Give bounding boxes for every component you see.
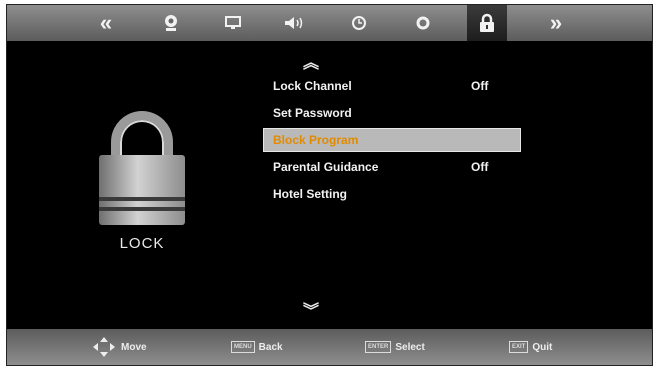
menu-item-label: Block Program [273,133,359,147]
time-icon[interactable] [341,5,377,41]
top-menu-bar: « » [7,5,652,41]
menu-item-block-program[interactable]: Block Program [263,128,521,152]
scroll-down-icon[interactable]: ︾ [303,297,319,321]
hint-quit-label: Quit [532,341,553,353]
dpad-icon [93,337,115,357]
exit-key-icon: EXIT [509,341,529,353]
option-icon[interactable] [405,5,441,41]
help-bar: Move MENU Back ENTER Select EXIT Quit [7,329,652,365]
screen-icon[interactable] [215,5,251,41]
menu-item-label: Set Password [273,106,352,120]
lock-graphic: LOCK [99,111,189,252]
scroll-up-icon[interactable]: ︽ [303,49,319,73]
menu-item-value: Off [471,160,489,174]
menu-item-hotel-setting[interactable]: Hotel Setting [265,181,521,208]
hint-select: ENTER Select [365,329,425,365]
padlock-body [99,155,185,225]
menu-item-label: Parental Guidance [273,160,379,174]
enter-key-icon: ENTER [365,341,392,353]
menu-key-icon: MENU [231,341,255,353]
next-page-icon[interactable]: » [537,5,573,41]
menu-item-value: Off [471,79,489,93]
lock-menu: Lock Channel Off Set Password Block Prog… [263,73,521,208]
hint-back: MENU Back [231,329,283,365]
hint-quit: EXIT Quit [509,329,552,365]
lock-icon[interactable] [467,5,507,41]
tv-screen: « » LOCK ︽ Lock Channel Off Set Password… [6,4,653,366]
menu-item-label: Lock Channel [273,79,352,93]
hint-move-label: Move [121,341,147,353]
menu-item-lock-channel[interactable]: Lock Channel Off [265,73,521,100]
picture-icon[interactable] [153,5,189,41]
menu-item-parental-guidance[interactable]: Parental Guidance Off [265,154,521,181]
prev-page-icon[interactable]: « [87,5,123,41]
hint-back-label: Back [258,341,283,353]
hint-select-label: Select [395,341,425,353]
menu-item-label: Hotel Setting [273,187,347,201]
hint-move: Move [93,329,147,365]
sound-icon[interactable] [277,5,313,41]
menu-item-set-password[interactable]: Set Password [265,100,521,127]
lock-label: LOCK [119,235,165,252]
